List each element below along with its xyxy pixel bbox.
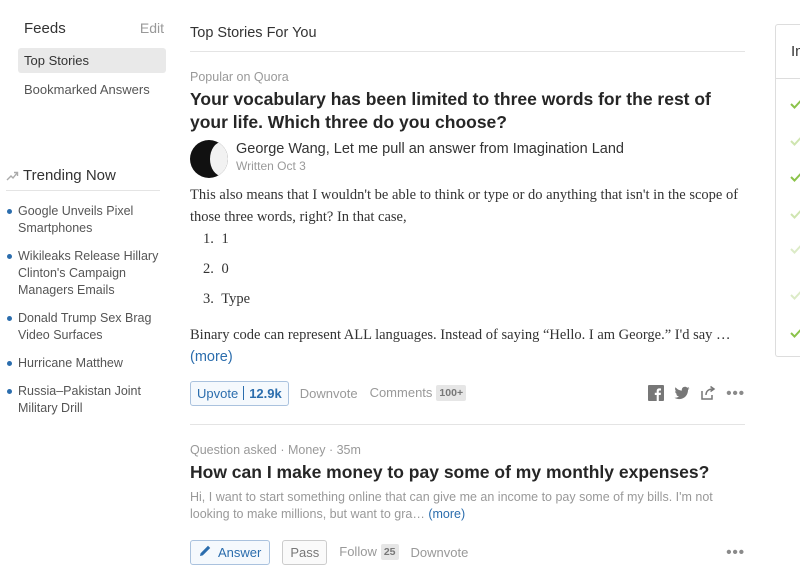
story-meta: Popular on Quora: [190, 70, 289, 84]
question-title[interactable]: Your vocabulary has been limited to thre…: [190, 88, 745, 134]
feed-item-top-stories[interactable]: Top Stories: [18, 48, 166, 73]
upvote-separator: [243, 386, 245, 400]
downvote-button[interactable]: Downvote: [300, 386, 358, 401]
share-icons: •••: [648, 385, 745, 402]
avatar[interactable]: [190, 140, 228, 178]
story-options: •••: [726, 544, 745, 561]
trending-item[interactable]: Russia–Pakistan Joint Military Drill: [6, 383, 160, 417]
more-link[interactable]: (more): [428, 507, 465, 521]
right-panel: Im: [775, 24, 800, 357]
downvote-button[interactable]: Downvote: [411, 545, 469, 560]
check-icon: [790, 288, 800, 300]
facebook-icon[interactable]: [648, 385, 665, 401]
answer-list-item: 1. 1: [203, 231, 229, 247]
answer-tail-text: Binary code can represent ALL languages.…: [190, 327, 731, 343]
answer-list: 1. 1 2. 0 3. Type: [203, 230, 745, 308]
trending-item[interactable]: Wikileaks Release Hillary Clinton's Camp…: [6, 248, 160, 299]
feeds-header: Feeds Edit: [18, 20, 166, 48]
edit-feeds-link[interactable]: Edit: [140, 20, 164, 36]
check-icon: [790, 134, 800, 146]
check-icon: [790, 242, 800, 254]
upvote-count: 12.9k: [249, 385, 282, 401]
trending-item[interactable]: Donald Trump Sex Brag Video Surfaces: [6, 310, 160, 344]
author-row: George Wang, Let me pull an answer from …: [190, 140, 745, 178]
trending-header: Trending Now: [6, 162, 160, 188]
follow-button[interactable]: Follow 25: [339, 544, 399, 560]
trending-icon: [6, 169, 19, 182]
story-actions: Upvote 12.9k Downvote Comments 100+ •••: [190, 376, 745, 424]
upvote-label: Upvote: [197, 385, 239, 401]
pencil-icon: [199, 544, 212, 560]
answer-intro: This also means that I wouldn't be able …: [190, 187, 739, 225]
trending-item[interactable]: Google Unveils Pixel Smartphones: [6, 203, 160, 237]
check-icon: [790, 326, 800, 338]
check-icon: [790, 207, 800, 219]
left-sidebar: Feeds Edit Top Stories Bookmarked Answer…: [18, 20, 166, 106]
trending-section: Trending Now Google Unveils Pixel Smartp…: [6, 162, 160, 428]
question-title[interactable]: How can I make money to pay some of my m…: [190, 461, 745, 484]
answer-button[interactable]: Answer: [190, 539, 271, 565]
upvote-button[interactable]: Upvote 12.9k: [190, 380, 289, 406]
feed-item-bookmarked-answers[interactable]: Bookmarked Answers: [18, 77, 166, 102]
twitter-icon[interactable]: [674, 385, 690, 401]
follow-count: 25: [380, 544, 399, 560]
right-panel-title: Im: [776, 25, 800, 79]
answer-tail: Binary code can represent ALL languages.…: [190, 324, 745, 368]
trending-list: Google Unveils Pixel Smartphones Wikilea…: [6, 203, 160, 417]
feed-story: Question asked · Money · 35m How can I m…: [190, 425, 745, 571]
feed-title: Top Stories For You: [190, 20, 745, 52]
more-options-icon[interactable]: •••: [726, 385, 745, 402]
author-name[interactable]: George Wang, Let me pull an answer from …: [236, 140, 624, 158]
answer-list-item: 3. Type: [203, 291, 251, 307]
trending-title: Trending Now: [23, 166, 116, 184]
story-actions: Answer Pass Follow 25 Downvote •••: [190, 535, 745, 571]
trending-divider: [6, 190, 160, 191]
trending-item[interactable]: Hurricane Matthew: [6, 355, 160, 372]
answer-list-item: 2. 0: [203, 261, 229, 277]
pass-button[interactable]: Pass: [282, 539, 328, 565]
feed-story: Popular on Quora Your vocabulary has bee…: [190, 52, 745, 425]
check-icon: [790, 97, 800, 109]
comments-label: Comments: [369, 385, 433, 400]
follow-label: Follow: [339, 544, 377, 559]
answer-label: Answer: [218, 544, 262, 560]
comments-button[interactable]: Comments 100+: [370, 385, 467, 401]
story-meta: Question asked · Money · 35m: [190, 443, 361, 457]
feeds-title: Feeds: [24, 20, 66, 37]
question-detail: Hi, I want to start something online tha…: [190, 489, 745, 523]
main-feed: Top Stories For You Popular on Quora You…: [190, 20, 745, 571]
check-icon: [790, 170, 800, 182]
more-options-icon[interactable]: •••: [726, 544, 745, 561]
more-link[interactable]: (more): [190, 349, 233, 365]
share-icon[interactable]: [700, 385, 716, 401]
comments-count: 100+: [436, 385, 467, 401]
written-date: Written Oct 3: [236, 159, 306, 173]
